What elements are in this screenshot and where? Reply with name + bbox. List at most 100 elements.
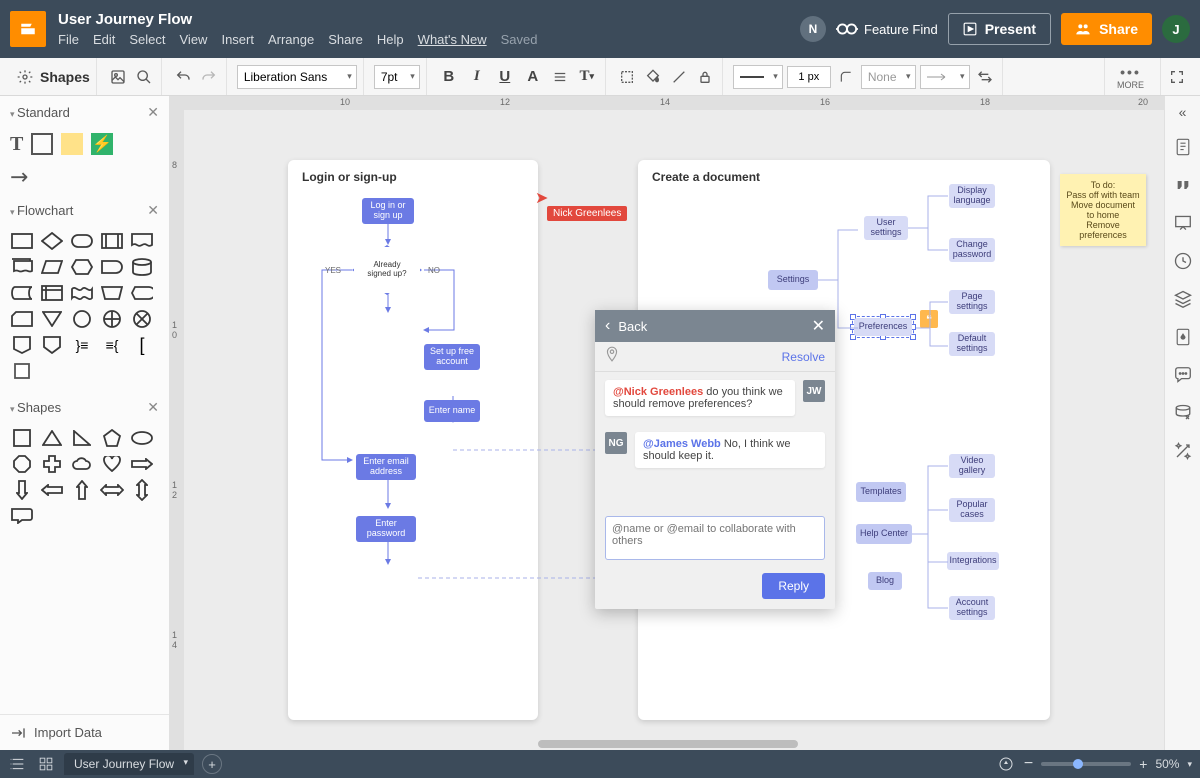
- standard-section-head[interactable]: Standard ✕: [0, 96, 169, 129]
- swap-icon[interactable]: [974, 66, 996, 88]
- menu-share[interactable]: Share: [328, 32, 363, 47]
- shape-delay[interactable]: [100, 257, 124, 277]
- document-title[interactable]: User Journey Flow: [58, 11, 538, 28]
- shape-callout[interactable]: [10, 506, 34, 526]
- redo-icon[interactable]: [198, 66, 220, 88]
- menu-file[interactable]: File: [58, 32, 79, 47]
- grid-icon[interactable]: [36, 754, 56, 774]
- search-icon[interactable]: [133, 66, 155, 88]
- shape-arrow-d[interactable]: [10, 480, 34, 500]
- lock-icon[interactable]: [694, 66, 716, 88]
- shape-triangle[interactable]: [40, 428, 64, 448]
- line-style-select[interactable]: [733, 65, 783, 89]
- add-page-button[interactable]: +: [202, 754, 222, 774]
- outline-icon[interactable]: [8, 754, 28, 774]
- import-data[interactable]: Import Data: [0, 714, 169, 750]
- node-name[interactable]: Enter name: [424, 400, 480, 422]
- shape-arrow-u[interactable]: [70, 480, 94, 500]
- shape-terminator[interactable]: [70, 231, 94, 251]
- fullscreen-icon[interactable]: [1160, 58, 1192, 95]
- text-options-button[interactable]: T▾: [575, 65, 599, 89]
- app-logo[interactable]: [10, 11, 46, 47]
- reply-button[interactable]: Reply: [762, 573, 825, 599]
- node-login[interactable]: Log in or sign up: [362, 198, 414, 224]
- shape-offpage[interactable]: [10, 335, 34, 355]
- node-integrations[interactable]: Integrations: [947, 552, 999, 570]
- shape-connector[interactable]: [70, 309, 94, 329]
- zoom-dropdown-icon[interactable]: ▾: [1187, 759, 1192, 770]
- node-email[interactable]: Enter email address: [356, 454, 416, 480]
- sticky-note[interactable]: To do: Pass off with team Move document …: [1060, 174, 1146, 246]
- zoom-slider[interactable]: [1041, 762, 1131, 766]
- shape-note2[interactable]: ≡{: [100, 335, 124, 355]
- more-button[interactable]: ••• MORE: [1104, 58, 1156, 95]
- zoom-out-icon[interactable]: −: [1024, 755, 1033, 773]
- shape-document[interactable]: [130, 231, 154, 251]
- back-label[interactable]: Back: [618, 319, 647, 334]
- presentation-icon[interactable]: [1172, 212, 1194, 234]
- node-user-settings[interactable]: User settings: [864, 216, 908, 240]
- shape-multidoc[interactable]: [10, 257, 34, 277]
- bold-button[interactable]: B: [437, 65, 461, 89]
- quote-icon[interactable]: [1172, 174, 1194, 196]
- menu-whats-new[interactable]: What's New: [418, 32, 487, 47]
- shape-rect[interactable]: [10, 231, 34, 251]
- fill-select[interactable]: None: [861, 65, 916, 89]
- text-color-button[interactable]: A: [521, 65, 545, 89]
- close-icon[interactable]: ✕: [147, 202, 159, 219]
- menu-insert[interactable]: Insert: [221, 32, 254, 47]
- shape-bracket[interactable]: [: [130, 335, 154, 355]
- node-default-settings[interactable]: Default settings: [949, 332, 995, 356]
- arrow-style-select[interactable]: [920, 65, 970, 89]
- rect-tool[interactable]: [31, 133, 53, 155]
- corner-icon[interactable]: [835, 66, 857, 88]
- italic-button[interactable]: I: [465, 65, 489, 89]
- shapes-gear-icon[interactable]: [14, 66, 36, 88]
- collapse-icon[interactable]: «: [1179, 104, 1187, 120]
- note-tool[interactable]: [61, 133, 83, 155]
- menu-view[interactable]: View: [180, 32, 208, 47]
- shape-hexagon[interactable]: [70, 257, 94, 277]
- shape-or[interactable]: [100, 309, 124, 329]
- fill-drop-icon[interactable]: [1172, 326, 1194, 348]
- node-blog[interactable]: Blog: [868, 572, 902, 590]
- underline-button[interactable]: U: [493, 65, 517, 89]
- back-icon[interactable]: ‹: [605, 317, 610, 335]
- feature-find[interactable]: Feature Find: [836, 22, 938, 37]
- shapes-section-head[interactable]: Shapes ✕: [0, 391, 169, 424]
- close-icon[interactable]: ✕: [147, 399, 159, 416]
- shapes-label[interactable]: Shapes: [40, 69, 90, 85]
- user-avatar[interactable]: J: [1162, 15, 1190, 43]
- share-button[interactable]: Share: [1061, 13, 1152, 45]
- align-icon[interactable]: [549, 66, 571, 88]
- shape-arrow-l[interactable]: [40, 480, 64, 500]
- undo-icon[interactable]: [172, 66, 194, 88]
- shape-swatch[interactable]: [10, 361, 34, 381]
- shape-style-icon[interactable]: [616, 66, 638, 88]
- shape-arrow-lr[interactable]: [100, 480, 124, 500]
- sync-icon[interactable]: [996, 754, 1016, 774]
- shape-octagon[interactable]: [10, 454, 34, 474]
- node-account[interactable]: Account settings: [949, 596, 995, 620]
- chat-icon[interactable]: [1172, 364, 1194, 386]
- comment-marker-icon[interactable]: ❝: [920, 310, 938, 328]
- shape-diamond[interactable]: [40, 231, 64, 251]
- flowchart-section-head[interactable]: Flowchart ✕: [0, 194, 169, 227]
- node-preferences[interactable]: Preferences: [854, 318, 912, 336]
- menu-help[interactable]: Help: [377, 32, 404, 47]
- shape-manual[interactable]: [100, 283, 124, 303]
- resolve-button[interactable]: Resolve: [782, 350, 825, 364]
- node-page-settings[interactable]: Page settings: [949, 290, 995, 314]
- history-icon[interactable]: [1172, 250, 1194, 272]
- notes-icon[interactable]: [1172, 136, 1194, 158]
- shape-heart[interactable]: [100, 454, 124, 474]
- horizontal-scrollbar[interactable]: [198, 738, 1164, 750]
- shape-display[interactable]: [130, 283, 154, 303]
- zoom-value[interactable]: 50%: [1155, 757, 1179, 771]
- font-select[interactable]: Liberation Sans: [237, 65, 357, 89]
- menu-select[interactable]: Select: [129, 32, 165, 47]
- data-icon[interactable]: [1172, 402, 1194, 424]
- shape-arrow-ud[interactable]: [130, 480, 154, 500]
- shape-data[interactable]: [40, 257, 64, 277]
- shape-arrow-r[interactable]: [130, 454, 154, 474]
